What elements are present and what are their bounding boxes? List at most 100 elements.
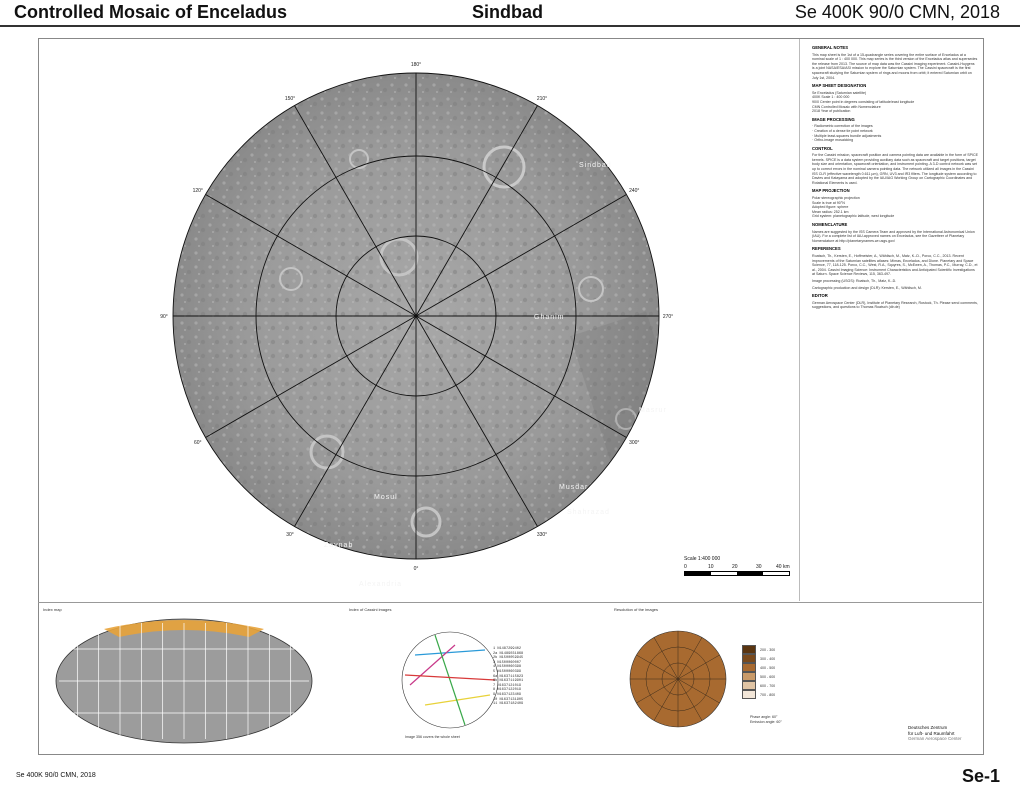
legend-row: 200 - 300 bbox=[742, 645, 775, 654]
feature-label: Musdar bbox=[559, 484, 588, 491]
scale-tick-label: 0 bbox=[684, 564, 687, 570]
footer-sheet-code: Se 400K 90/0 CMN, 2018 bbox=[16, 772, 96, 779]
scale-bar-graphic bbox=[684, 571, 790, 576]
longitude-label: 60° bbox=[194, 440, 202, 446]
scale-segment bbox=[737, 572, 763, 575]
legend-label: 300 - 400 bbox=[760, 656, 776, 661]
feature-label: Ghanim bbox=[534, 314, 565, 321]
region-title: Sindbad bbox=[472, 2, 543, 22]
legend-row: 300 - 400 bbox=[742, 654, 775, 663]
notes-heading: CONTROL bbox=[812, 145, 833, 151]
map-frame: Sindbad Ghanim Masrur Mosul Zaynab Shahrazad M… bbox=[39, 39, 800, 601]
notes-list-item: · Ortho-image mosaicking bbox=[812, 138, 854, 143]
logo-line: German Aerospace Center bbox=[908, 736, 962, 741]
panel-title: Index of Cassini images bbox=[349, 607, 392, 612]
sheet-code: Se 400K 90/0 CMN, 2018 bbox=[794, 2, 1000, 22]
index-map-panel: Index map bbox=[39, 605, 329, 747]
longitude-label: 0° bbox=[414, 566, 419, 572]
image-index-panel: Index of Cassini images 1 N1487299402 2a … bbox=[345, 605, 595, 747]
feature-label: Zaynab bbox=[324, 542, 353, 549]
header-rule bbox=[0, 25, 1020, 27]
legend-swatch bbox=[742, 681, 756, 690]
footprint-line bbox=[409, 644, 456, 686]
legend-swatch bbox=[742, 672, 756, 681]
feature-label: Alexandria bbox=[359, 581, 402, 588]
longitude-label: 270° bbox=[663, 314, 673, 320]
legend-label: 200 - 300 bbox=[760, 647, 776, 652]
notes-heading: IMAGE PROCESSING bbox=[812, 116, 855, 122]
longitude-label: 300° bbox=[629, 440, 639, 446]
notes-column: GENERAL NOTES This map sheet is the 1st … bbox=[812, 42, 978, 602]
image-footprints[interactable] bbox=[395, 625, 505, 735]
legend-label: 500 - 600 bbox=[760, 674, 776, 679]
scale-tick-label: 40 km bbox=[776, 564, 790, 570]
longitude-label: 30° bbox=[286, 532, 294, 538]
notes-list-item: Grid system: planetographic latitude, we… bbox=[812, 214, 895, 219]
notes-paragraph: Image processing (USGS): Roatsch, Th., M… bbox=[812, 278, 897, 283]
notes-paragraph: This map sheet is the 1st of a 15-quadra… bbox=[812, 52, 978, 80]
notes-heading: MAP PROJECTION bbox=[812, 188, 850, 194]
index-map[interactable] bbox=[39, 611, 329, 747]
footer-sheet-number: Se-1 bbox=[961, 766, 1000, 786]
longitude-label: 180° bbox=[411, 62, 421, 68]
scale-title: Scale 1:400 000 bbox=[684, 556, 721, 562]
notes-heading: GENERAL NOTES bbox=[812, 45, 848, 50]
legend-row: 600 - 700 bbox=[742, 681, 775, 690]
notes-paragraph: Roatsch, Th., Kersten, E., Hoffmeister, … bbox=[812, 253, 978, 277]
mosaic-title: Controlled Mosaic of Enceladus bbox=[14, 2, 288, 22]
legend-row: 400 - 500 bbox=[742, 663, 775, 672]
processing-list: · Radiometric correction of the images · … bbox=[812, 124, 978, 142]
notes-list-item: 11 N1637182409 bbox=[493, 702, 524, 707]
notes-list-item: 2018 Year of publication bbox=[812, 109, 851, 114]
legend-swatch bbox=[742, 690, 756, 699]
longitude-label: 210° bbox=[537, 96, 547, 102]
notes-paragraph: German Aerospace Center (DLR), Institute… bbox=[812, 300, 978, 310]
notes-paragraph: For the Cassini mission, spacecraft posi… bbox=[812, 153, 978, 185]
resolution-legend: 200 - 300 300 - 400 400 - 500 500 - 600 600 … bbox=[742, 645, 775, 699]
longitude-label: 330° bbox=[537, 532, 547, 538]
image-list: 1 N1487299402 2a N1489031868 2b N150005994… bbox=[493, 647, 523, 707]
scale-tick-label: 20 bbox=[732, 564, 738, 570]
notes-paragraph: Names are suggested by the ISS Camera Te… bbox=[812, 229, 975, 243]
scale-tick-label: 10 bbox=[708, 564, 714, 570]
panel-title: Resolution of the images bbox=[614, 607, 659, 612]
scale-segment bbox=[685, 572, 711, 575]
scale-tick-label: 30 bbox=[756, 564, 762, 570]
resolution-map[interactable] bbox=[618, 619, 738, 739]
notes-heading: REFERENCES bbox=[812, 246, 841, 252]
panel-divider bbox=[38, 602, 982, 603]
notes-paragraph: Cartographic production and design (DLR)… bbox=[812, 285, 922, 290]
longitude-label: 90° bbox=[160, 314, 168, 320]
feature-label: Sindbad bbox=[579, 162, 612, 169]
feature-label: Mosul bbox=[374, 494, 398, 501]
notes-list-item: 5 N1500060399 bbox=[493, 669, 522, 674]
resolution-panel: Resolution of the images 200 - 300 300 - … bbox=[610, 605, 800, 747]
notes-heading: MAP SHEET DESIGNATION bbox=[812, 83, 867, 89]
legend-row: 500 - 600 bbox=[742, 672, 775, 681]
legend-label: 600 - 700 bbox=[760, 683, 776, 688]
dlr-logo: Deutsches Zentrum für Luft- und Raumfahr… bbox=[908, 725, 962, 742]
polar-map[interactable]: Sindbad Ghanim Masrur Mosul Zaynab Shahrazad M… bbox=[39, 39, 799, 601]
notes-heading: EDITOR bbox=[812, 293, 828, 299]
legend-swatch bbox=[742, 654, 756, 663]
legend-swatch bbox=[742, 645, 756, 654]
legend-row: 700 - 800 bbox=[742, 690, 775, 699]
feature-label: Masrur bbox=[639, 407, 667, 414]
projection-list: Polar stereographic projection Scale is t… bbox=[812, 196, 978, 219]
legend-label: 700 - 800 bbox=[760, 692, 776, 697]
legend-swatch bbox=[742, 663, 756, 672]
notes-list-item: 1 N1487299402 bbox=[493, 647, 522, 651]
scale-bar: Scale 1:400 000 0 10 20 30 40 km bbox=[684, 556, 792, 588]
longitude-label: 150° bbox=[285, 96, 295, 102]
notes-list-item: 9 N1637123409 bbox=[493, 692, 522, 697]
page-header: Controlled Mosaic of Enceladus Sindbad S… bbox=[0, 0, 1020, 27]
footprint-line bbox=[414, 649, 486, 656]
designation-list: Se Enceladus (Saturnian satellite) 400K S… bbox=[812, 91, 978, 114]
notes-heading: NOMENCLATURE bbox=[812, 222, 848, 227]
feature-label: Shahrazad bbox=[567, 509, 610, 516]
image-note: Image 356 covers the whole sheet bbox=[405, 735, 460, 739]
emission-note: Emission angle: 60° bbox=[750, 720, 782, 724]
legend-label: 400 - 500 bbox=[760, 665, 776, 670]
longitude-label: 240° bbox=[629, 188, 639, 194]
footprint-line bbox=[434, 634, 466, 726]
